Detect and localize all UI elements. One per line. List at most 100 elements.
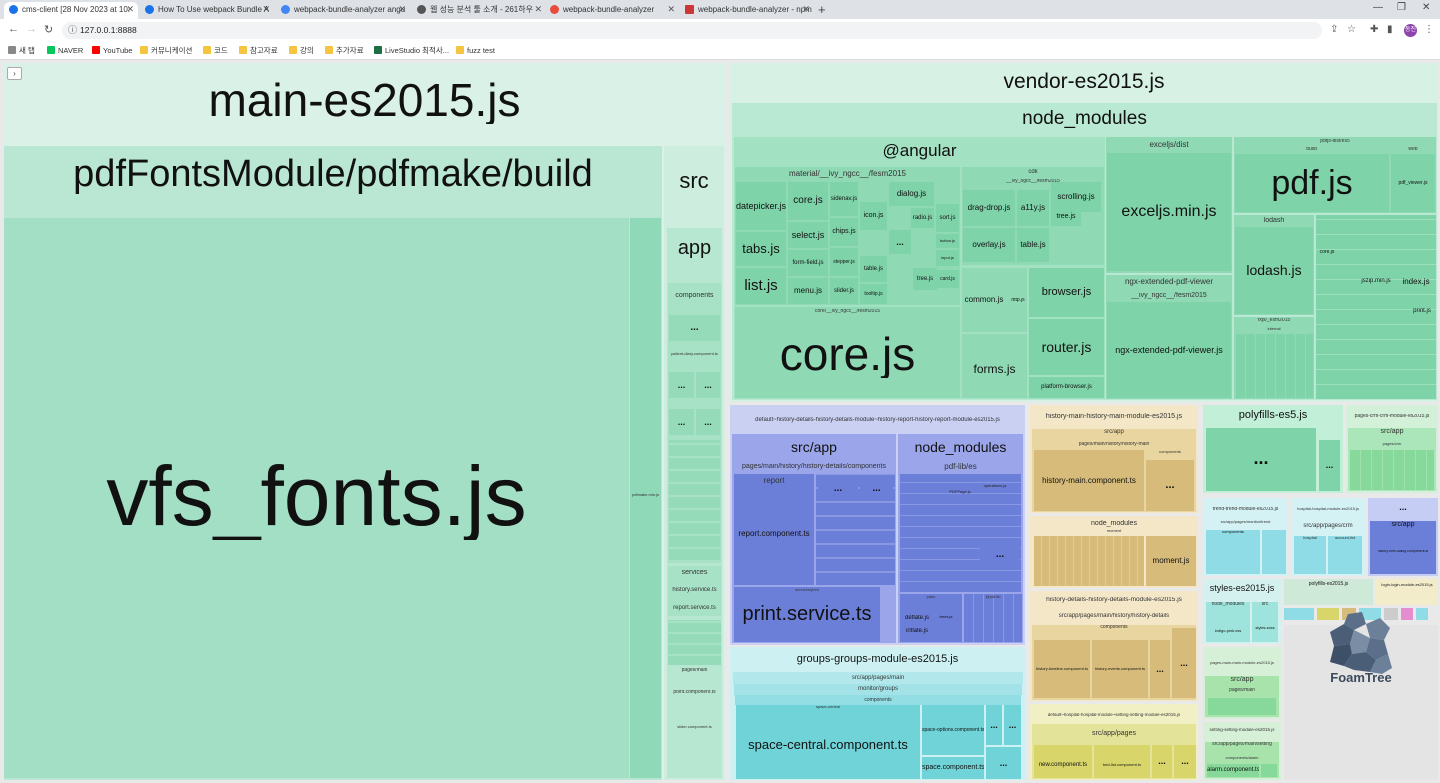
close-icon[interactable]: ✕ bbox=[534, 2, 542, 17]
file-ngx-extended-pdf-viewer[interactable]: ngx-extended-pdf-viewer.js bbox=[1107, 302, 1231, 398]
collapsed-group[interactable]: ... bbox=[1172, 628, 1196, 698]
file-tabs[interactable]: tabs.js bbox=[736, 232, 786, 266]
file-patient-diary[interactable]: patient-diary.component.ts bbox=[669, 352, 720, 356]
folder-pdf-lib-scoped[interactable] bbox=[964, 594, 1022, 642]
file-stepper[interactable]: stepper.js bbox=[830, 248, 858, 276]
folder-trend-misc[interactable] bbox=[1262, 530, 1286, 574]
close-icon[interactable]: ✕ bbox=[126, 2, 134, 17]
file-card[interactable]: card.js bbox=[936, 270, 959, 288]
file-history-new-dialog[interactable]: history-new-dialog.component.ts bbox=[1370, 550, 1436, 554]
file-history-timeline[interactable]: history-timeline.component.ts bbox=[1034, 640, 1090, 698]
file-report-service[interactable]: report.service.ts bbox=[668, 605, 721, 611]
file-cdk-tree[interactable]: tree.js bbox=[1051, 208, 1081, 226]
bookmark-item[interactable]: LiveStudio 최적사... bbox=[374, 45, 449, 56]
address-bar[interactable]: ⓘ 127.0.0.1:8888 bbox=[62, 22, 1322, 39]
file-platform-browser[interactable]: platform-browser.js bbox=[1029, 377, 1104, 398]
browser-tab[interactable]: How To Use webpack Bundle A ✕ bbox=[140, 2, 274, 19]
close-icon[interactable]: ✕ bbox=[667, 2, 675, 17]
maximize-icon[interactable]: ❐ bbox=[1397, 2, 1406, 13]
forward-arrow-icon[interactable]: → bbox=[26, 23, 37, 35]
file-form-field[interactable]: form-field.js bbox=[788, 250, 828, 276]
browser-tab[interactable]: webpack-bundle-analyzer - npm ✕ bbox=[680, 2, 814, 19]
file-button[interactable]: button.js bbox=[936, 234, 959, 248]
small-modules-grid[interactable] bbox=[668, 620, 721, 665]
close-icon[interactable]: ✕ bbox=[398, 2, 406, 17]
file-print[interactable]: print.js bbox=[1410, 308, 1434, 314]
file-misc-core[interactable]: core.js bbox=[1316, 250, 1338, 255]
file-index[interactable]: index.js bbox=[1398, 278, 1434, 286]
file-browser[interactable]: browser.js bbox=[1029, 268, 1104, 317]
file-history-service[interactable]: history.service.ts bbox=[668, 587, 721, 593]
file-material-core[interactable]: core.js bbox=[788, 182, 828, 220]
file-select[interactable]: select.js bbox=[788, 222, 828, 248]
collapsed-group[interactable]: ... bbox=[860, 476, 893, 501]
bookmark-folder[interactable]: 추가자료 bbox=[325, 45, 364, 56]
file-forms[interactable]: forms.js bbox=[962, 334, 1027, 398]
file-moment[interactable]: moment.js bbox=[1146, 536, 1196, 586]
new-tab-button[interactable]: + bbox=[818, 2, 826, 17]
file-point-component[interactable]: point.component.ts bbox=[668, 690, 721, 695]
file-deflate[interactable]: deflate.js bbox=[900, 615, 934, 621]
collapsed-group[interactable]: ... bbox=[818, 476, 858, 501]
file-drag-drop[interactable]: drag-drop.js bbox=[963, 190, 1015, 226]
chunk-login[interactable]: login-login-module-es2015.js bbox=[1376, 579, 1438, 605]
folder-monitor-groups[interactable]: monitor/groups bbox=[734, 684, 1022, 695]
collapsed-group[interactable]: ... bbox=[669, 409, 694, 435]
collapsed-group[interactable]: ... bbox=[669, 315, 720, 341]
file-common[interactable]: common.js bbox=[963, 296, 1005, 304]
file-exceljs-min[interactable]: exceljs.min.js bbox=[1107, 153, 1231, 271]
folder-groups-path[interactable]: src/app/pages/main bbox=[733, 672, 1023, 684]
bookmark-folder[interactable]: fuzz test bbox=[456, 45, 495, 56]
file-lodash[interactable]: lodash.js bbox=[1235, 227, 1313, 314]
folder-styles-src[interactable]: src bbox=[1252, 602, 1278, 642]
file-pdf-js[interactable]: pdf.js bbox=[1235, 154, 1389, 212]
file-http[interactable]: http.js bbox=[1008, 298, 1028, 303]
file-slider-component[interactable]: slider.component.ts bbox=[668, 725, 721, 729]
file-jszip[interactable]: jszip.min.js bbox=[1358, 278, 1394, 284]
folder-hospital[interactable]: hospital bbox=[1294, 536, 1326, 574]
file-report-component[interactable]: report.component.ts bbox=[734, 530, 814, 538]
file-dialog[interactable]: dialog.js bbox=[889, 182, 934, 206]
reload-icon[interactable]: ↻ bbox=[44, 23, 53, 36]
chunk-small-cyan[interactable] bbox=[1416, 608, 1428, 620]
extensions-icon[interactable]: ✚ bbox=[1370, 24, 1378, 35]
collapsed-group[interactable]: ... bbox=[980, 540, 1020, 570]
file-datepicker[interactable]: datepicker.js bbox=[736, 182, 786, 230]
close-icon[interactable]: ✕ bbox=[802, 2, 810, 17]
collapsed-group[interactable]: ... bbox=[1319, 440, 1340, 491]
file-new-component[interactable]: new.component.ts bbox=[1034, 745, 1092, 778]
file-history-events[interactable]: history-events.component.ts bbox=[1092, 640, 1148, 698]
file-slider[interactable]: slider.js bbox=[830, 278, 858, 304]
file-space-component[interactable]: space.component.ts bbox=[922, 757, 984, 779]
file-bed-list[interactable]: bed-list.component.ts bbox=[1094, 745, 1150, 778]
collapsed-group[interactable]: ... bbox=[1004, 705, 1021, 745]
folder-trend-components[interactable]: components bbox=[1206, 530, 1260, 574]
collapsed-group[interactable]: ... bbox=[986, 705, 1002, 745]
bookmark-star-icon[interactable]: ☆ bbox=[1347, 24, 1356, 35]
file-alarm-component[interactable]: alarm.component.ts bbox=[1207, 764, 1259, 777]
file-space-central-component[interactable]: space-central.component.ts bbox=[736, 738, 920, 752]
file-menu[interactable]: menu.js bbox=[788, 278, 828, 304]
small-modules-grid[interactable] bbox=[1034, 536, 1144, 586]
file-space-options[interactable]: space-options.component.ts bbox=[922, 705, 984, 755]
bookmark-folder[interactable]: 강의 bbox=[289, 45, 314, 56]
file-sidenav[interactable]: sidenav.js bbox=[830, 182, 858, 216]
small-modules-grid[interactable] bbox=[1236, 334, 1313, 398]
menu-kebab-icon[interactable]: ⋮ bbox=[1424, 24, 1434, 35]
collapsed-group[interactable]: ... bbox=[1152, 745, 1172, 778]
file-pdf-viewer[interactable]: pdf_viewer.js bbox=[1391, 154, 1435, 212]
file-tooltip[interactable]: tooltip.js bbox=[860, 284, 887, 304]
close-icon[interactable]: ✕ bbox=[262, 2, 270, 17]
bookmark-folder[interactable]: 코드 bbox=[203, 45, 228, 56]
file-list[interactable]: list.js bbox=[736, 268, 786, 304]
collapsed-group[interactable]: ... bbox=[1174, 745, 1196, 778]
file-operations[interactable]: operations.js bbox=[975, 484, 1015, 488]
sidebar-toggle-button[interactable]: › bbox=[7, 67, 22, 80]
window-close-icon[interactable]: ✕ bbox=[1422, 2, 1430, 13]
file-mat-table[interactable]: table.js bbox=[860, 256, 887, 282]
bookmark-item[interactable]: 새 탭 bbox=[8, 45, 35, 56]
bookmark-folder[interactable]: 커뮤니케이션 bbox=[140, 45, 192, 56]
profile-avatar[interactable]: 동진 bbox=[1404, 24, 1417, 37]
folder-history-new-src[interactable]: src/app bbox=[1370, 521, 1436, 574]
file-pages-main-module[interactable] bbox=[1208, 698, 1276, 715]
